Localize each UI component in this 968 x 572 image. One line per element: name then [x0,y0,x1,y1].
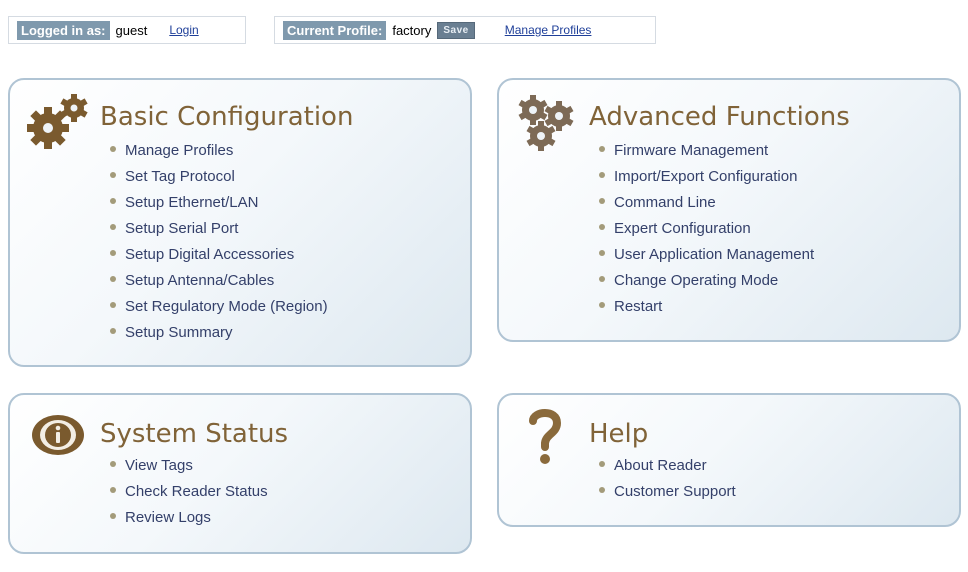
menu-link-firmware-management[interactable]: Firmware Management [599,138,814,164]
menu-link-user-application-management[interactable]: User Application Management [599,242,814,268]
menu-link-label: Expert Configuration [614,220,751,237]
profile-name: factory [392,22,432,38]
bullet-icon [110,172,116,179]
login-status-box: Logged in as: guest Login [8,16,246,44]
menu-link-label: Import/Export Configuration [614,168,798,185]
logged-in-label: Logged in as: [17,20,110,40]
menu-link-view-tags[interactable]: View Tags [110,453,268,479]
menu-link-review-logs[interactable]: Review Logs [110,505,268,531]
basic-configuration-title: Basic Configuration [100,102,354,132]
menu-link-label: Manage Profiles [125,142,234,159]
system-status-title: System Status [100,419,289,449]
bullet-icon [599,302,605,309]
manage-profiles-link[interactable]: Manage Profiles [505,23,592,37]
help-list: About Reader Customer Support [599,453,736,505]
bullet-icon [599,146,605,153]
basic-configuration-list: Manage Profiles Set Tag Protocol Setup Eth… [110,138,328,346]
info-icon [32,415,84,455]
bullet-icon [110,461,116,468]
advanced-functions-panel: Advanced Functions Firmware Management Im… [497,78,961,342]
menu-link-label: Restart [614,298,663,315]
bullet-icon [110,276,116,283]
bullet-icon [110,224,116,231]
help-title: Help [589,419,649,449]
menu-link-label: User Application Management [614,246,815,263]
menu-link-label: Setup Antenna/Cables [125,272,275,289]
bullet-icon [599,224,605,231]
menu-link-set-tag-protocol[interactable]: Set Tag Protocol [110,164,328,190]
menu-link-expert-configuration[interactable]: Expert Configuration [599,216,814,242]
bullet-icon [110,302,116,309]
menu-link-manage-profiles[interactable]: Manage Profiles [110,138,328,164]
menu-link-label: Setup Ethernet/LAN [125,194,259,211]
bullet-icon [110,250,116,257]
menu-link-label: Set Regulatory Mode (Region) [125,298,328,315]
menu-link-change-operating-mode[interactable]: Change Operating Mode [599,268,814,294]
advanced-functions-title: Advanced Functions [589,102,850,132]
bullet-icon [110,146,116,153]
help-panel: Help About Reader Customer Support [497,393,961,527]
menu-link-setup-ethernet-lan[interactable]: Setup Ethernet/LAN [110,190,328,216]
menu-link-label: Customer Support [614,483,736,500]
menu-link-label: Firmware Management [614,142,769,159]
menu-link-setup-antenna-cables[interactable]: Setup Antenna/Cables [110,268,328,294]
current-profile-label: Current Profile: [283,20,387,40]
menu-link-label: Command Line [614,194,716,211]
menu-link-label: View Tags [125,457,193,474]
profile-box: Current Profile: factory Save Manage Pro… [274,16,656,44]
menu-link-restart[interactable]: Restart [599,294,814,320]
bullet-icon [110,328,116,335]
menu-link-check-reader-status[interactable]: Check Reader Status [110,479,268,505]
menu-link-label: Set Tag Protocol [125,168,235,185]
bullet-icon [110,487,116,494]
bullet-icon [599,276,605,283]
system-status-list: View Tags Check Reader Status Review Logs [110,453,268,531]
save-button[interactable]: Save [437,21,475,39]
question-mark-icon [529,409,562,464]
bullet-icon [599,250,605,257]
menu-link-setup-serial-port[interactable]: Setup Serial Port [110,216,328,242]
menu-link-setup-digital-accessories[interactable]: Setup Digital Accessories [110,242,328,268]
bullet-icon [110,513,116,520]
menu-link-label: Change Operating Mode [614,272,779,289]
system-status-panel: System Status View Tags Check Reader Stat… [8,393,472,554]
menu-link-label: Check Reader Status [125,483,268,500]
username: guest [115,22,148,38]
bullet-icon [599,198,605,205]
menu-link-set-regulatory-mode-region[interactable]: Set Regulatory Mode (Region) [110,294,328,320]
menu-link-label: Review Logs [125,509,211,526]
bullet-icon [599,461,605,468]
menu-link-label: About Reader [614,457,707,474]
menu-link-import-export-configuration[interactable]: Import/Export Configuration [599,164,814,190]
menu-link-label: Setup Serial Port [125,220,239,237]
menu-link-about-reader[interactable]: About Reader [599,453,736,479]
login-link[interactable]: Login [169,23,198,37]
menu-link-label: Setup Summary [125,324,233,341]
bullet-icon [110,198,116,205]
menu-link-setup-summary[interactable]: Setup Summary [110,320,328,346]
advanced-functions-list: Firmware Management Import/Export Configu… [599,138,814,320]
menu-link-customer-support[interactable]: Customer Support [599,479,736,505]
menu-link-label: Setup Digital Accessories [125,246,295,263]
gears-icon [27,94,88,149]
bullet-icon [599,487,605,494]
menu-link-command-line[interactable]: Command Line [599,190,814,216]
gears-cluster-icon [518,95,574,151]
bullet-icon [599,172,605,179]
basic-configuration-panel: Basic Configuration Manage Profiles Set T… [8,78,472,367]
